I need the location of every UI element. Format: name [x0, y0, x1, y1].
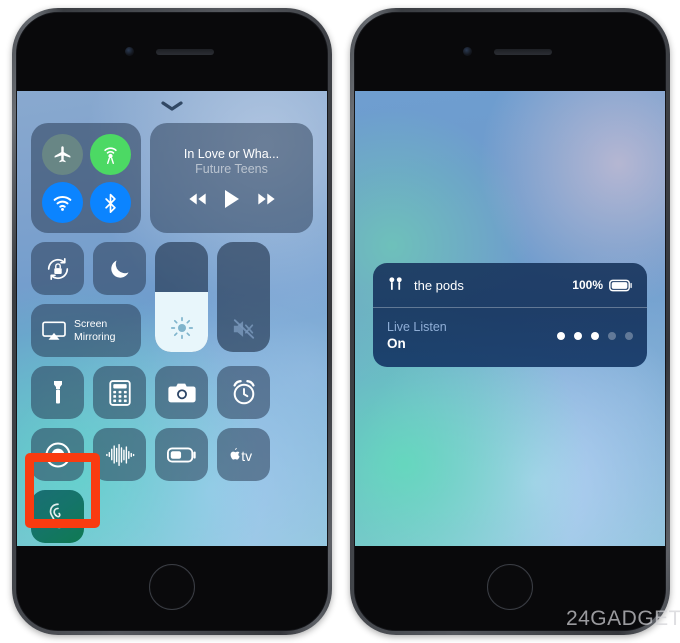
screen-right: the pods 100% Live Listen On [355, 91, 665, 546]
now-playing-title: In Love or Wha... [183, 147, 280, 161]
airplay-icon [42, 320, 66, 340]
fast-forward-icon[interactable] [257, 192, 276, 206]
battery-indicator: 100% [572, 278, 633, 292]
screen-record-icon [45, 442, 70, 467]
low-power-mode-button[interactable] [155, 428, 208, 481]
flashlight-icon [53, 380, 62, 403]
power-button-left[interactable] [327, 163, 328, 209]
brightness-icon [170, 316, 193, 340]
rotation-lock-toggle[interactable] [31, 242, 84, 295]
alarm-icon [232, 380, 255, 405]
volume-dot[interactable] [625, 331, 633, 340]
volume-mute-icon [233, 319, 254, 339]
volume-slider[interactable] [217, 242, 270, 352]
front-camera-icon-left [125, 47, 134, 56]
screen-mirroring-label: Screen Mirroring [74, 318, 115, 343]
calculator-icon [108, 379, 131, 406]
moon-icon [110, 260, 128, 278]
live-listen-label: Live Listen [387, 320, 447, 334]
cc-row-2: Screen Mirroring [31, 242, 313, 357]
ear-icon [49, 503, 63, 529]
volume-dot[interactable] [557, 331, 565, 340]
screen-recording-button[interactable] [31, 428, 84, 481]
cellular-icon [103, 146, 117, 164]
phone-bezel-right: the pods 100% Live Listen On [354, 12, 666, 631]
rewind-icon[interactable] [188, 192, 207, 206]
wifi-icon [53, 195, 71, 211]
connectivity-module[interactable] [31, 123, 141, 233]
hearing-button[interactable] [31, 490, 84, 543]
now-playing-widget[interactable]: In Love or Wha... Future Teens [150, 123, 313, 233]
now-playing-artist: Future Teens [195, 162, 268, 176]
svg-text:tv: tv [241, 447, 252, 463]
screen-mirroring-button[interactable]: Screen Mirroring [31, 304, 141, 357]
iphone-device-left: In Love or Wha... Future Teens Screen Mi… [12, 8, 332, 635]
live-listen-device-row[interactable]: the pods 100% [373, 263, 647, 308]
do-not-disturb-toggle[interactable] [93, 242, 146, 295]
play-icon[interactable] [224, 189, 240, 209]
apple-tv-icon: tv [230, 447, 252, 463]
battery-percent: 100% [572, 278, 603, 292]
wifi-toggle[interactable] [41, 181, 83, 223]
flashlight-button[interactable] [31, 366, 84, 419]
brightness-slider[interactable] [155, 242, 208, 352]
volume-dot[interactable] [574, 331, 582, 340]
calculator-button[interactable] [93, 366, 146, 419]
screen-mirroring-label-line2: Mirroring [74, 330, 116, 343]
cc-row-shortcuts-2: tv [31, 428, 313, 481]
home-button-left[interactable] [149, 564, 195, 610]
airpods-icon [389, 277, 402, 291]
top-sensor-bar-left [17, 13, 327, 91]
camera-icon [167, 383, 196, 402]
control-center: In Love or Wha... Future Teens Screen Mi… [31, 123, 313, 546]
cc-row-1: In Love or Wha... Future Teens [31, 123, 313, 233]
bluetooth-icon [104, 193, 116, 213]
airplane-mode-toggle[interactable] [41, 133, 83, 175]
cc-row-shortcuts-1 [31, 366, 313, 419]
apple-tv-remote-button[interactable]: tv [217, 428, 270, 481]
voice-memos-button[interactable] [93, 428, 146, 481]
screenshot-stage: In Love or Wha... Future Teens Screen Mi… [0, 0, 680, 643]
screen-mirroring-label-line1: Screen [74, 318, 108, 330]
live-listen-device-name: the pods [414, 277, 464, 293]
cellular-data-toggle[interactable] [89, 133, 131, 175]
screen-left: In Love or Wha... Future Teens Screen Mi… [17, 91, 327, 546]
airplane-icon [54, 145, 70, 162]
home-button-right[interactable] [487, 564, 533, 610]
power-button-right[interactable] [665, 163, 666, 209]
live-listen-text-block: Live Listen On [387, 320, 447, 351]
top-sensor-bar-right [355, 13, 665, 91]
live-listen-state-row[interactable]: Live Listen On [373, 308, 647, 367]
bottom-chin-left [17, 546, 327, 630]
live-listen-panel: the pods 100% Live Listen On [373, 263, 647, 367]
camera-button[interactable] [155, 366, 208, 419]
front-camera-icon-right [463, 47, 472, 56]
bluetooth-toggle[interactable] [89, 181, 131, 223]
alarm-button[interactable] [217, 366, 270, 419]
earpiece-speaker-left [156, 49, 214, 55]
live-listen-state: On [387, 336, 406, 351]
low-power-icon [166, 447, 196, 462]
now-playing-controls [188, 189, 276, 209]
live-listen-volume-dots[interactable] [557, 331, 633, 340]
chevron-down-icon[interactable] [159, 99, 185, 113]
earpiece-speaker-right [494, 49, 552, 55]
voice-memo-icon [105, 443, 134, 466]
site-watermark: 24GADGET [565, 607, 680, 630]
volume-dot[interactable] [608, 331, 616, 340]
iphone-device-right: the pods 100% Live Listen On [350, 8, 670, 635]
volume-dot[interactable] [591, 331, 599, 340]
battery-full-icon [609, 279, 633, 291]
cc-row-hearing [31, 490, 313, 543]
phone-bezel-left: In Love or Wha... Future Teens Screen Mi… [16, 12, 328, 631]
rotation-lock-icon [47, 257, 68, 280]
